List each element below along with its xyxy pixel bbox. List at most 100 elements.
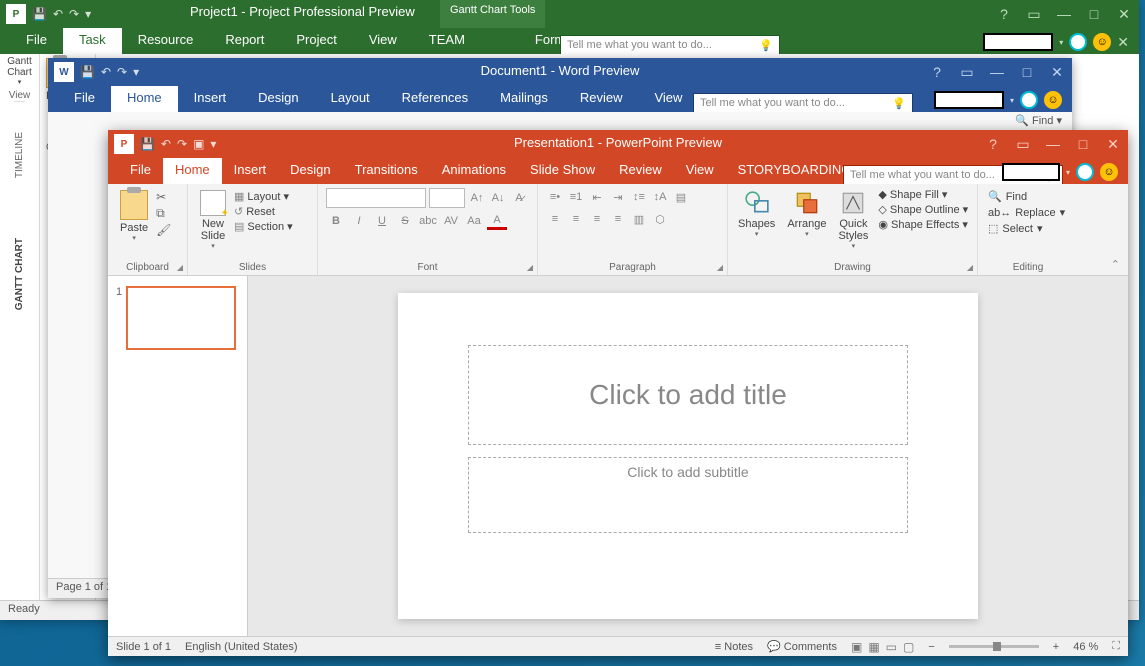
qat-dropdown-icon[interactable]: ▾: [85, 7, 91, 21]
qat-dropdown-icon[interactable]: ▾: [210, 137, 216, 151]
dialog-launcher-icon[interactable]: ◢: [527, 263, 533, 272]
text-direction-icon[interactable]: ↕A: [651, 188, 669, 206]
line-spacing-icon[interactable]: ↕≡: [630, 188, 648, 206]
reset-button[interactable]: ↺Reset: [234, 205, 293, 218]
undo-icon[interactable]: ↶: [53, 7, 63, 21]
user-name-box[interactable]: [983, 33, 1053, 51]
copy-icon[interactable]: ⧉: [156, 206, 171, 221]
tab-project[interactable]: Project: [280, 28, 352, 54]
user-dropdown-icon[interactable]: ▾: [1066, 168, 1070, 177]
tab-report[interactable]: Report: [209, 28, 280, 54]
slideshow-view-icon[interactable]: ▢: [903, 640, 914, 654]
zoom-out-icon[interactable]: −: [928, 641, 934, 653]
find-button[interactable]: 🔍 Find ▾: [1015, 114, 1062, 127]
slide-thumbnail[interactable]: 1: [116, 286, 239, 350]
align-center-icon[interactable]: ≡: [567, 210, 585, 228]
tab-mailings[interactable]: Mailings: [484, 86, 564, 112]
notes-button[interactable]: ≡ Notes: [715, 641, 753, 653]
numbering-icon[interactable]: ≡1: [567, 188, 585, 206]
close-inner-icon[interactable]: ✕: [1117, 34, 1129, 51]
shape-outline-button[interactable]: ◇Shape Outline ▾: [878, 203, 968, 216]
user-dropdown-icon[interactable]: ▾: [1059, 38, 1063, 47]
normal-view-icon[interactable]: ▣: [851, 640, 862, 654]
collapse-ribbon-icon[interactable]: ⌃: [1111, 258, 1120, 271]
save-icon[interactable]: 💾: [140, 137, 155, 151]
tab-file[interactable]: File: [118, 158, 163, 184]
save-icon[interactable]: 💾: [32, 7, 47, 21]
paste-button[interactable]: Paste ▾: [116, 188, 152, 244]
tab-file[interactable]: File: [10, 28, 63, 54]
sorter-view-icon[interactable]: ▦: [868, 640, 879, 654]
help-icon[interactable]: ?: [922, 58, 952, 86]
maximize-icon[interactable]: □: [1012, 58, 1042, 86]
format-painter-icon[interactable]: 🖌: [156, 223, 171, 237]
maximize-icon[interactable]: □: [1068, 130, 1098, 158]
ribbon-options-icon[interactable]: ▭: [952, 58, 982, 86]
dialog-launcher-icon[interactable]: ◢: [967, 263, 973, 272]
align-left-icon[interactable]: ≡: [546, 210, 564, 228]
strikethrough-button[interactable]: S: [395, 212, 415, 230]
reading-view-icon[interactable]: ▭: [886, 640, 897, 654]
tab-design[interactable]: Design: [278, 158, 342, 184]
cut-icon[interactable]: ✂: [156, 190, 171, 204]
columns-icon[interactable]: ▥: [630, 210, 648, 228]
shape-effects-button[interactable]: ◉Shape Effects ▾: [878, 218, 968, 231]
bullets-icon[interactable]: ≡•: [546, 188, 564, 206]
tab-slideshow[interactable]: Slide Show: [518, 158, 607, 184]
minimize-icon[interactable]: —: [1038, 130, 1068, 158]
user-dropdown-icon[interactable]: ▾: [1010, 96, 1014, 105]
decrease-indent-icon[interactable]: ⇤: [588, 188, 606, 206]
tab-team[interactable]: TEAM: [413, 28, 481, 54]
font-size-combo[interactable]: [429, 188, 465, 208]
tab-view[interactable]: View: [638, 86, 698, 112]
tab-review[interactable]: Review: [564, 86, 639, 112]
tab-references[interactable]: References: [386, 86, 484, 112]
comments-button[interactable]: 💬 Comments: [767, 640, 837, 653]
user-name-box[interactable]: [1002, 163, 1060, 181]
tab-home[interactable]: Home: [111, 86, 178, 112]
decrease-font-icon[interactable]: A↓: [489, 189, 507, 207]
align-right-icon[interactable]: ≡: [588, 210, 606, 228]
zoom-slider[interactable]: [949, 645, 1039, 648]
tab-review[interactable]: Review: [607, 158, 674, 184]
tab-home[interactable]: Home: [163, 158, 222, 184]
increase-indent-icon[interactable]: ⇥: [609, 188, 627, 206]
help-icon[interactable]: ?: [989, 0, 1019, 28]
italic-button[interactable]: I: [349, 212, 369, 230]
font-family-combo[interactable]: [326, 188, 426, 208]
tab-task[interactable]: Task: [63, 28, 122, 54]
increase-font-icon[interactable]: A↑: [468, 189, 486, 207]
tab-insert[interactable]: Insert: [178, 86, 243, 112]
justify-icon[interactable]: ≡: [609, 210, 627, 228]
quick-styles-button[interactable]: Quick Styles▾: [836, 188, 870, 252]
shape-fill-button[interactable]: ◆Shape Fill ▾: [878, 188, 968, 201]
tab-resource[interactable]: Resource: [122, 28, 210, 54]
minimize-icon[interactable]: —: [982, 58, 1012, 86]
subtitle-placeholder[interactable]: Click to add subtitle: [468, 457, 908, 533]
tab-file[interactable]: File: [58, 86, 111, 112]
save-icon[interactable]: 💾: [80, 65, 95, 79]
select-button[interactable]: ⬚Select ▾: [988, 222, 1068, 235]
close-icon[interactable]: ✕: [1042, 58, 1072, 86]
cortana-icon[interactable]: [1069, 33, 1087, 51]
zoom-in-icon[interactable]: +: [1053, 641, 1059, 653]
qat-dropdown-icon[interactable]: ▾: [133, 65, 139, 79]
close-icon[interactable]: ✕: [1109, 0, 1139, 28]
ribbon-options-icon[interactable]: ▭: [1008, 130, 1038, 158]
close-icon[interactable]: ✕: [1098, 130, 1128, 158]
clear-format-icon[interactable]: A̷: [510, 189, 528, 207]
tab-insert[interactable]: Insert: [222, 158, 279, 184]
bold-button[interactable]: B: [326, 212, 346, 230]
feedback-smiley-icon[interactable]: ☺: [1100, 163, 1118, 181]
ribbon-options-icon[interactable]: ▭: [1019, 0, 1049, 28]
undo-icon[interactable]: ↶: [101, 65, 111, 79]
char-spacing-icon[interactable]: AV: [441, 212, 461, 230]
underline-button[interactable]: U: [372, 212, 392, 230]
arrange-button[interactable]: Arrange▾: [785, 188, 828, 240]
tab-design[interactable]: Design: [242, 86, 314, 112]
layout-button[interactable]: ▦Layout ▾: [234, 190, 293, 203]
cortana-icon[interactable]: [1076, 163, 1094, 181]
section-button[interactable]: ▤Section ▾: [234, 220, 293, 233]
tab-layout[interactable]: Layout: [315, 86, 386, 112]
redo-icon[interactable]: ↷: [69, 7, 79, 21]
